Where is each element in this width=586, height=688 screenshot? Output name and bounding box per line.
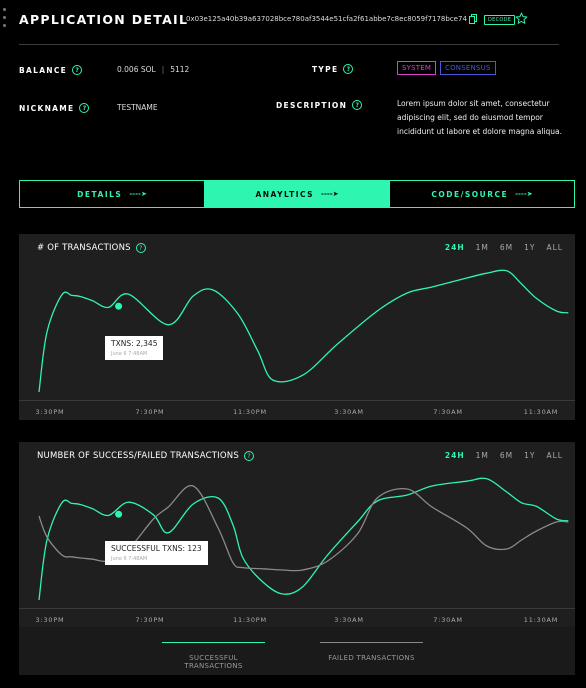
x-tick-label: 3:30PM: [35, 616, 65, 624]
copy-icon[interactable]: [469, 14, 477, 24]
transaction-hash: 0x03e125a40b39a637028bce780af3544e51cfa2…: [186, 15, 467, 23]
chart-legend: SUCCESSFUL TRANSACTIONS FAILED TRANSACTI…: [19, 627, 575, 675]
type-label: TYPE?: [312, 64, 354, 74]
tab-details[interactable]: DETAILS ----➤: [20, 181, 204, 207]
help-icon[interactable]: ?: [79, 103, 90, 113]
series-line-successful-transactions[interactable]: [38, 477, 569, 601]
highlight-point[interactable]: [115, 302, 123, 310]
arrow-right-icon: ----➤: [321, 190, 339, 198]
drag-handle-icon[interactable]: [3, 8, 7, 32]
series-line-transactions[interactable]: [38, 269, 569, 393]
legend-swatch: [162, 642, 265, 643]
x-tick-label: 7:30AM: [433, 616, 463, 624]
nickname-label: NICKNAME?: [19, 103, 90, 113]
type-tag-consensus: CONSENSUS: [440, 61, 496, 75]
chart-tooltip: SUCCESSFUL TXNS: 123 June 6 7:48AM: [105, 541, 208, 565]
balance-value: 0.006 SOL | 5112: [117, 65, 190, 74]
balance-label: BALANCE?: [19, 65, 83, 75]
star-icon[interactable]: [515, 12, 528, 25]
x-tick-label: 3:30AM: [334, 616, 364, 624]
type-tag-system: SYSTEM: [397, 61, 437, 75]
x-axis-line: [19, 400, 575, 401]
arrow-right-icon: ----➤: [129, 190, 147, 198]
page-title: APPLICATION DETAIL: [19, 12, 189, 27]
x-tick-label: 7:30AM: [433, 408, 463, 416]
help-icon[interactable]: ?: [352, 100, 363, 110]
x-axis-line: [19, 608, 575, 609]
description-label: DESCRIPTION?: [276, 100, 363, 110]
description-value: Lorem ipsum dolor sit amet, consectetur …: [397, 99, 563, 137]
x-tick-label: 7:30PM: [135, 408, 165, 416]
success-failed-line-chart[interactable]: [19, 442, 575, 628]
x-tick-label: 11:30PM: [233, 616, 267, 624]
detail-tabs: DETAILS ----➤ ANAYLTICS ----➤ CODE/SOURCE -…: [19, 180, 575, 208]
decode-badge[interactable]: DECODE: [484, 15, 516, 25]
arrow-right-icon: ----➤: [515, 190, 533, 198]
nickname-value: TESTNAME: [117, 103, 158, 112]
tab-analytics[interactable]: ANAYLTICS ----➤: [204, 181, 389, 207]
chart-tooltip: TXNS: 2,345 June 6 7:48AM: [105, 336, 164, 360]
x-tick-label: 11:30AM: [523, 408, 559, 416]
header-divider: [19, 44, 559, 45]
x-tick-label: 3:30AM: [334, 408, 364, 416]
help-icon[interactable]: ?: [72, 65, 83, 75]
x-tick-label: 11:30AM: [523, 616, 559, 624]
highlight-point[interactable]: [115, 510, 123, 518]
transactions-line-chart[interactable]: [19, 234, 575, 420]
help-icon[interactable]: ?: [343, 64, 354, 74]
x-tick-label: 11:30PM: [233, 408, 267, 416]
x-tick-label: 7:30PM: [135, 616, 165, 624]
legend-successful[interactable]: SUCCESSFUL TRANSACTIONS: [162, 642, 265, 670]
transactions-chart-panel: # OF TRANSACTIONS? 24H 1M 6M 1Y ALL 3:30…: [19, 234, 575, 420]
tab-code-source[interactable]: CODE/SOURCE ----➤: [389, 181, 574, 207]
legend-failed[interactable]: FAILED TRANSACTIONS: [320, 642, 423, 662]
x-tick-label: 3:30PM: [35, 408, 65, 416]
legend-swatch: [320, 642, 423, 643]
success-failed-chart-panel: NUMBER OF SUCCESS/FAILED TRANSACTIONS? 2…: [19, 442, 575, 628]
